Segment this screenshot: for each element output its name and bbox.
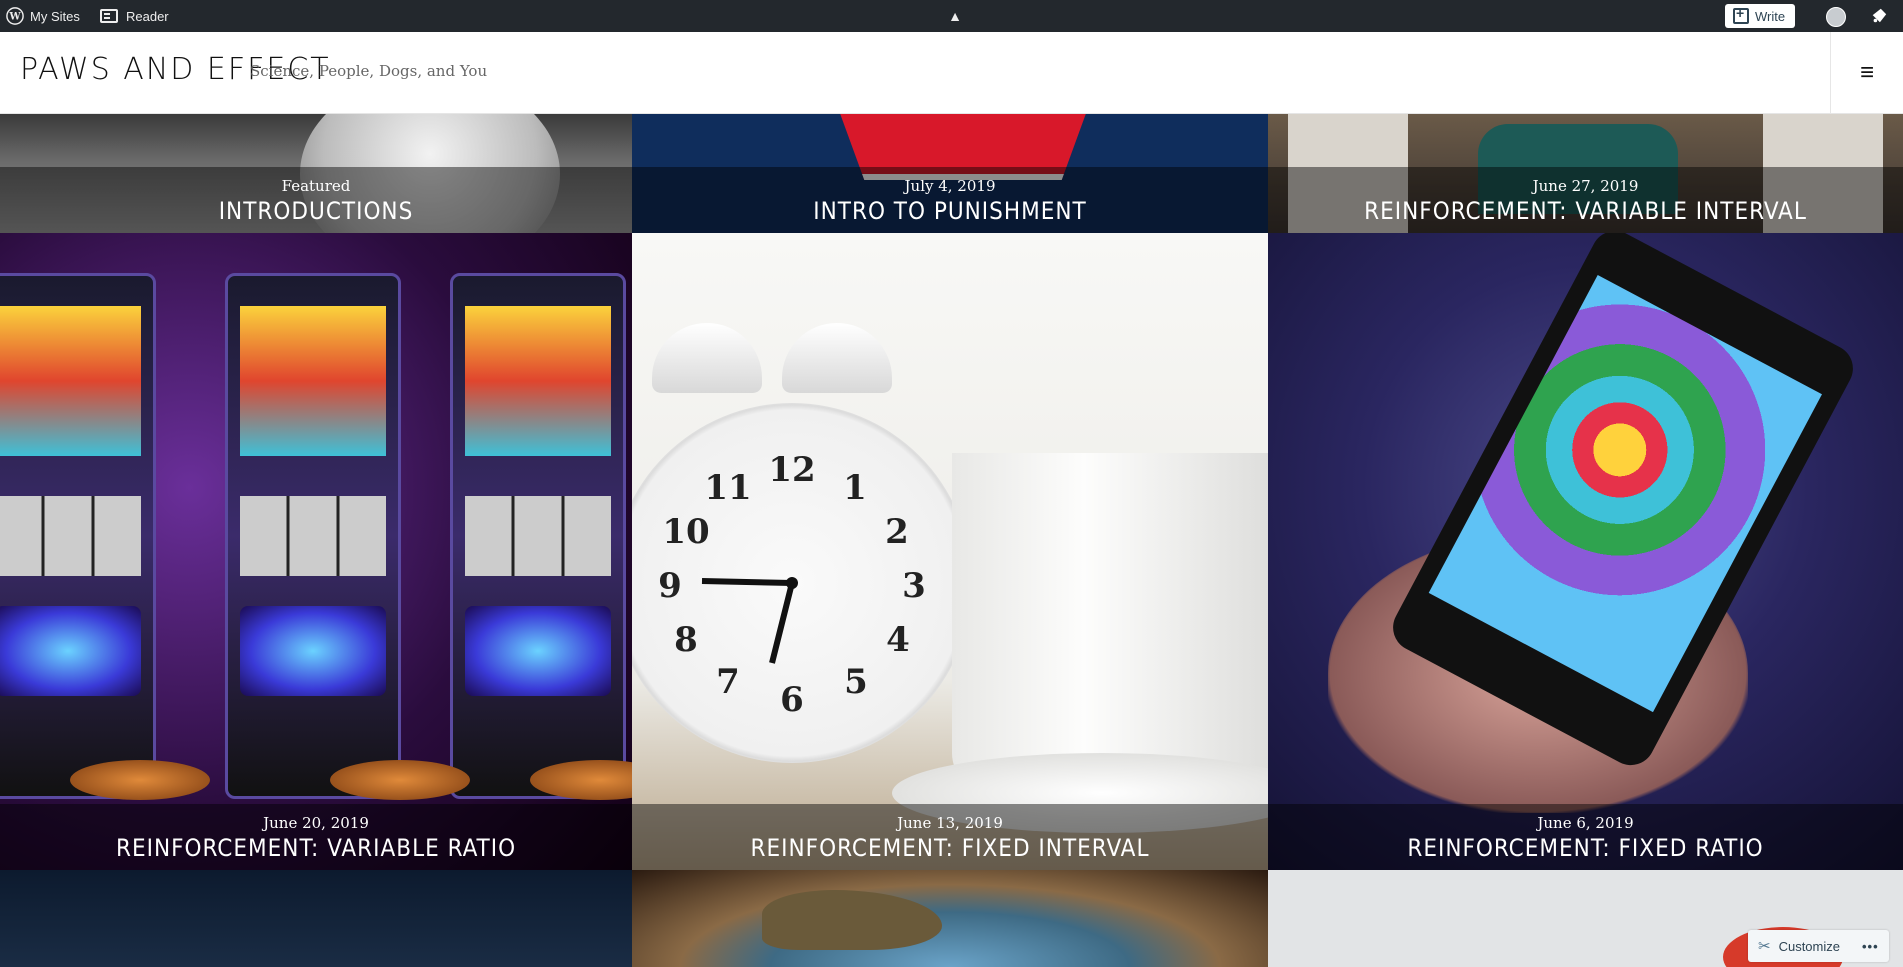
- reader-label: Reader: [126, 8, 169, 24]
- post-title[interactable]: Reinforcement: Fixed Interval: [632, 834, 1268, 862]
- thumbnail-detail: [330, 760, 470, 800]
- post-tile-partial[interactable]: [632, 870, 1268, 967]
- post-title[interactable]: Introductions: [0, 197, 632, 225]
- customize-button[interactable]: ✂ Customize •••: [1748, 930, 1889, 962]
- svg-text:11: 11: [704, 468, 751, 508]
- svg-text:5: 5: [844, 662, 868, 702]
- post-caption: June 13, 2019 Reinforcement: Fixed Inter…: [632, 804, 1268, 870]
- svg-text:4: 4: [886, 620, 910, 660]
- thumbnail-detail: [70, 760, 210, 800]
- collapse-arrow-icon[interactable]: ▲: [940, 0, 970, 32]
- notifications-icon[interactable]: [1865, 0, 1893, 32]
- post-grid: Featured Introductions July 4, 2019 Intr…: [0, 114, 1903, 967]
- post-thumbnail: 12 1 2 345 678 9 10 11: [632, 403, 972, 763]
- admin-bar: W My Sites Reader ▲ Write: [0, 0, 1903, 32]
- post-tile-intro-to-punishment[interactable]: July 4, 2019 Intro to Punishment: [632, 114, 1268, 233]
- post-thumbnail: [762, 890, 942, 950]
- post-title[interactable]: Reinforcement: Fixed Ratio: [1268, 834, 1903, 862]
- thumbnail-detail: [652, 323, 762, 393]
- svg-text:12: 12: [768, 450, 815, 490]
- thumbnail-detail: [450, 273, 626, 799]
- svg-text:9: 9: [658, 566, 682, 606]
- svg-text:2: 2: [885, 512, 909, 552]
- svg-text:6: 6: [780, 680, 804, 720]
- post-caption: June 27, 2019 Reinforcement: Variable In…: [1268, 167, 1903, 233]
- post-title[interactable]: Reinforcement: Variable Ratio: [0, 834, 632, 862]
- more-options-icon[interactable]: •••: [1862, 939, 1879, 954]
- post-caption: Featured Introductions: [0, 167, 632, 233]
- tools-icon: ✂: [1758, 938, 1771, 955]
- post-title[interactable]: Intro to Punishment: [632, 197, 1268, 225]
- post-date: June 13, 2019: [897, 814, 1003, 832]
- svg-text:1: 1: [843, 468, 867, 508]
- post-tile-fixed-interval[interactable]: 12 1 2 345 678 9 10 11 June 13, 2019 Reinfor…: [632, 233, 1268, 870]
- post-date: June 20, 2019: [263, 814, 369, 832]
- post-date: June 27, 2019: [1532, 177, 1639, 195]
- svg-text:3: 3: [902, 566, 926, 606]
- site-header: PAWS AND EFFECT Science, People, Dogs, a…: [0, 32, 1903, 114]
- post-thumbnail: [0, 273, 156, 799]
- post-date: Featured: [281, 177, 351, 195]
- post-tile-variable-interval[interactable]: June 27, 2019 Reinforcement: Variable In…: [1268, 114, 1903, 233]
- hamburger-icon: ≡: [1859, 58, 1874, 86]
- site-description: Science, People, Dogs, and You: [250, 62, 488, 80]
- write-button[interactable]: Write: [1725, 4, 1796, 28]
- svg-text:10: 10: [662, 512, 709, 552]
- svg-text:8: 8: [674, 620, 698, 660]
- post-title[interactable]: Reinforcement: Variable Interval: [1268, 197, 1903, 225]
- thumbnail-detail: [225, 273, 401, 799]
- reader-link[interactable]: Reader: [100, 0, 169, 32]
- thumbnail-detail: [782, 323, 892, 393]
- post-tile-partial[interactable]: [0, 870, 632, 967]
- svg-text:W: W: [8, 12, 21, 23]
- post-date: June 6, 2019: [1537, 814, 1634, 832]
- write-icon: [1733, 5, 1749, 24]
- post-tile-introductions[interactable]: Featured Introductions: [0, 114, 632, 233]
- post-date: July 4, 2019: [904, 177, 996, 195]
- my-sites-link[interactable]: My Sites: [30, 0, 80, 32]
- post-tile-fixed-ratio[interactable]: June 6, 2019 Reinforcement: Fixed Ratio: [1268, 233, 1903, 870]
- reader-icon: [100, 9, 118, 23]
- avatar[interactable]: [1826, 7, 1846, 27]
- customize-label: Customize: [1778, 938, 1840, 954]
- post-caption: June 20, 2019 Reinforcement: Variable Ra…: [0, 804, 632, 870]
- post-caption: July 4, 2019 Intro to Punishment: [632, 167, 1268, 233]
- menu-toggle-button[interactable]: ≡: [1830, 32, 1903, 113]
- post-caption: June 6, 2019 Reinforcement: Fixed Ratio: [1268, 804, 1903, 870]
- post-tile-variable-ratio[interactable]: June 20, 2019 Reinforcement: Variable Ra…: [0, 233, 632, 870]
- write-label: Write: [1755, 8, 1786, 24]
- thumbnail-detail: [952, 453, 1268, 793]
- svg-text:7: 7: [716, 662, 740, 702]
- wordpress-icon[interactable]: W: [0, 0, 30, 32]
